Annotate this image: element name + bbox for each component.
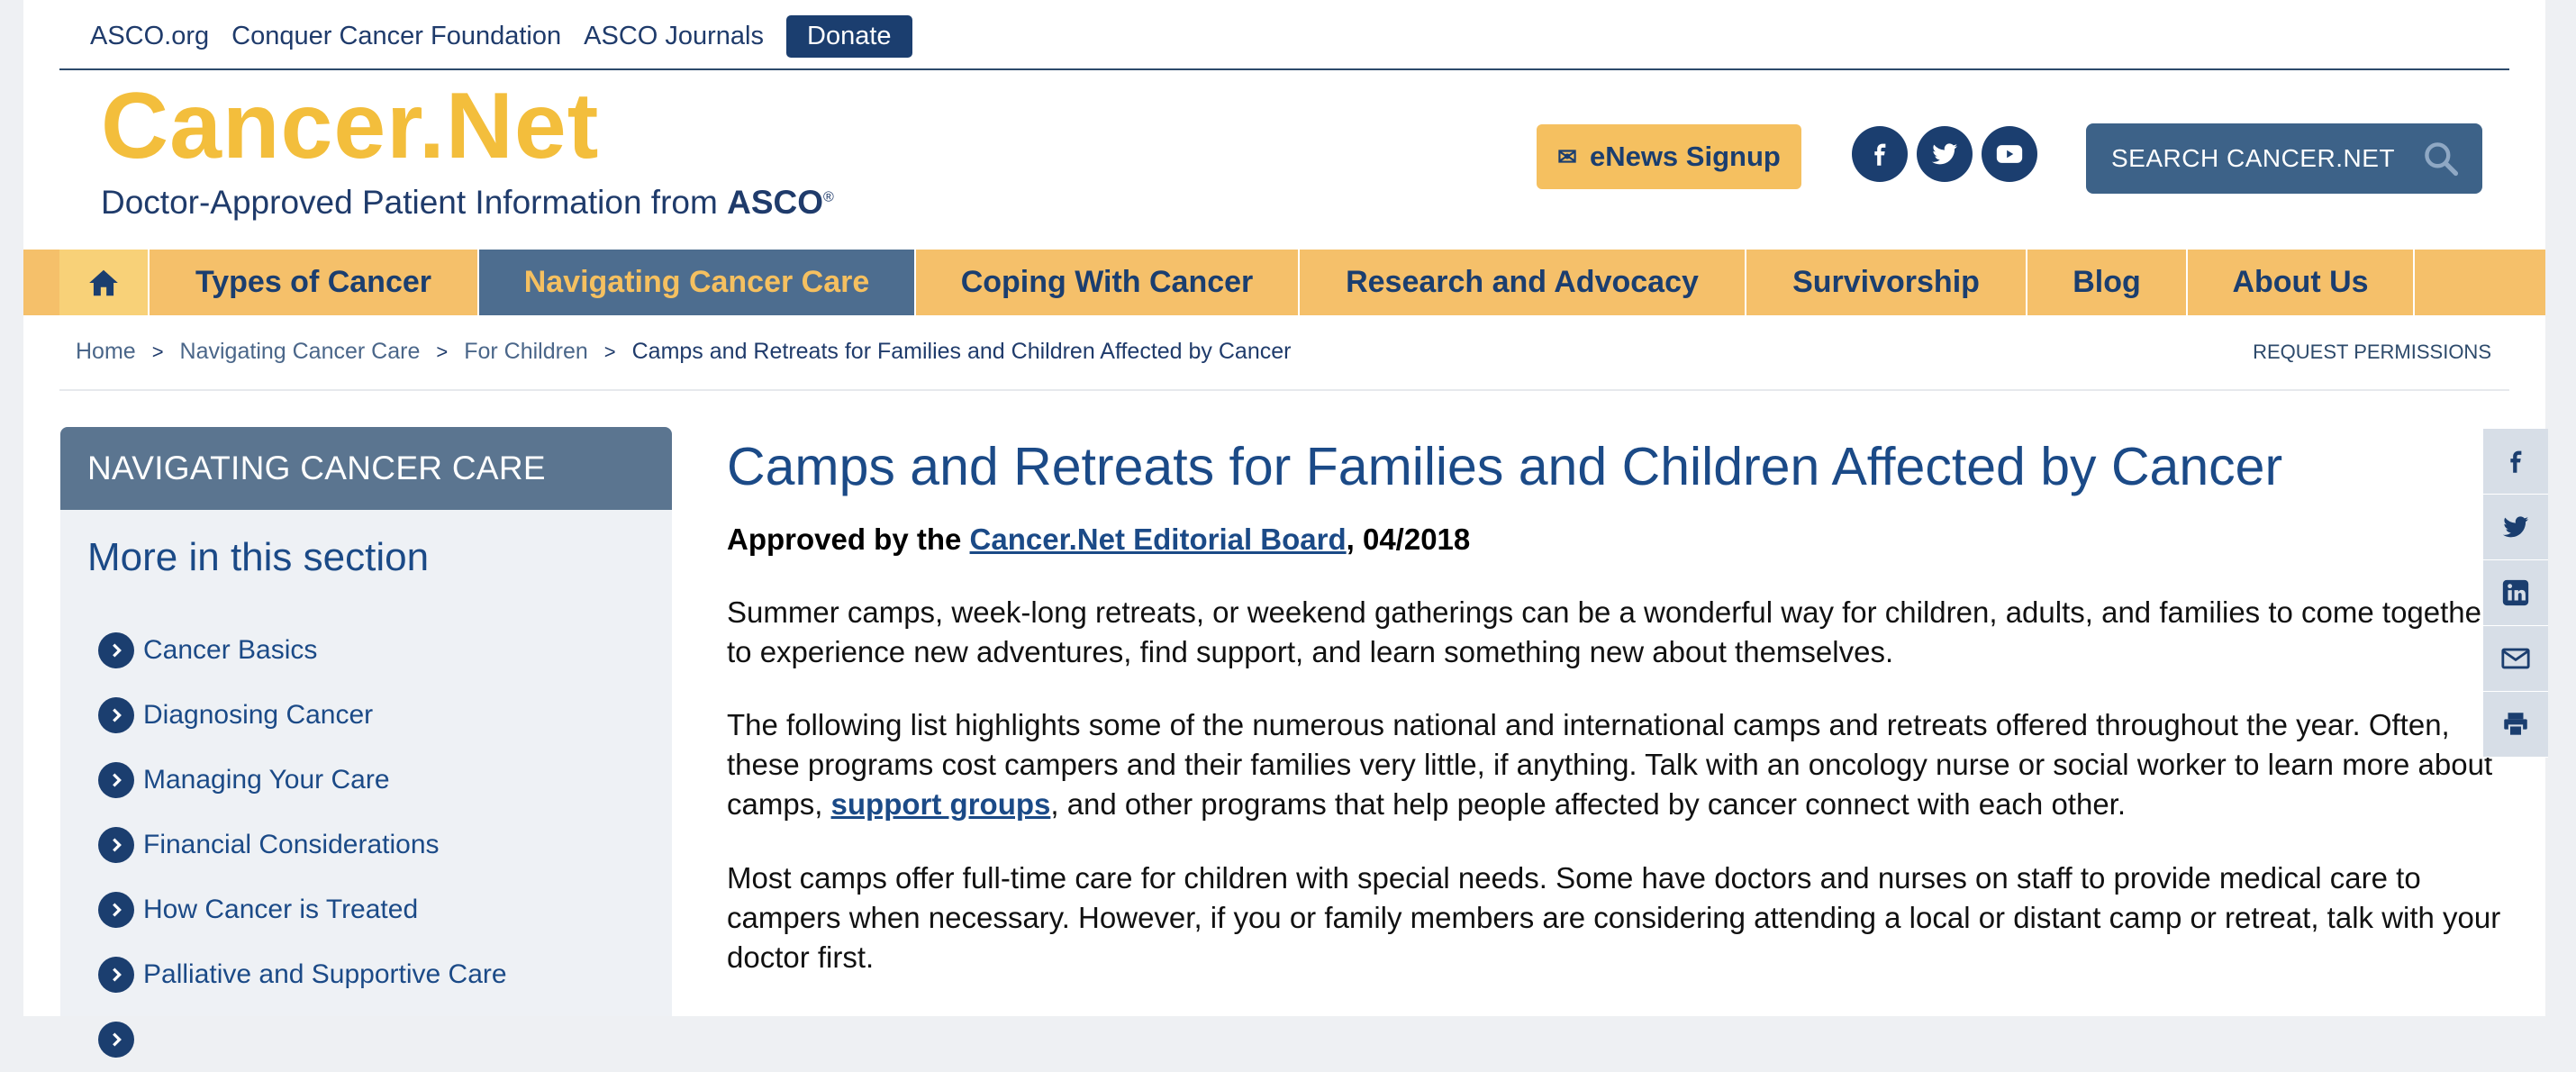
sidebar-subheading: More in this section: [87, 535, 430, 579]
youtube-icon[interactable]: [1982, 126, 2037, 182]
site-logo[interactable]: Cancer.Net Doctor-Approved Patient Infor…: [101, 79, 834, 222]
logo-tagline: Doctor-Approved Patient Information from…: [101, 184, 834, 221]
chevron-right-icon: >: [151, 340, 164, 363]
chevron-right-icon: [98, 827, 134, 863]
divider: [59, 68, 2509, 70]
page-title: Camps and Retreats for Families and Chil…: [727, 437, 2283, 496]
divider: [59, 389, 2509, 391]
paragraph-intro: Summer camps, week-long retreats, or wee…: [727, 595, 2491, 668]
support-groups-link[interactable]: support groups: [831, 787, 1051, 821]
chevron-right-icon: [98, 697, 134, 733]
twitter-share-icon[interactable]: [2483, 495, 2548, 560]
envelope-icon: ✉: [1557, 142, 1577, 170]
paragraph-list-info: The following list highlights some of th…: [727, 708, 2493, 821]
chevron-right-icon: [98, 892, 134, 928]
chevron-right-icon: [98, 1022, 134, 1058]
search-icon: [2425, 142, 2459, 177]
nav-survivorship[interactable]: Survivorship: [1746, 250, 2027, 315]
share-rail: [2483, 429, 2548, 758]
sidebar-item-diagnosing-cancer[interactable]: Diagnosing Cancer: [98, 683, 507, 748]
print-icon[interactable]: [2483, 692, 2548, 758]
linkedin-share-icon[interactable]: [2483, 560, 2548, 626]
editorial-board-link[interactable]: Cancer.Net Editorial Board: [970, 522, 1347, 556]
sidebar-item-cancer-basics[interactable]: Cancer Basics: [98, 618, 507, 683]
search-button[interactable]: SEARCH CANCER.NET: [2086, 123, 2482, 194]
chevron-right-icon: >: [603, 340, 616, 363]
sidebar: NAVIGATING CANCER CARE More in this sect…: [60, 427, 672, 1058]
chevron-right-icon: [98, 957, 134, 993]
logo-brand: Cancer.Net: [101, 74, 600, 178]
email-share-icon[interactable]: [2483, 626, 2548, 692]
nav-about-us[interactable]: About Us: [2188, 250, 2415, 315]
sidebar-item-financial-considerations[interactable]: Financial Considerations: [98, 813, 507, 877]
sidebar-item-palliative-care[interactable]: Palliative and Supportive Care: [98, 942, 507, 1007]
main-nav: Types of Cancer Navigating Cancer Care C…: [23, 250, 2545, 315]
conquer-cancer-link[interactable]: Conquer Cancer Foundation: [231, 22, 561, 51]
sidebar-list: Cancer Basics Diagnosing Cancer Managing…: [98, 618, 507, 1072]
sidebar-item-partial[interactable]: [98, 1007, 507, 1072]
search-label: SEARCH CANCER.NET: [2111, 144, 2395, 172]
breadcrumb: Home > Navigating Cancer Care > For Chil…: [76, 339, 1291, 365]
donate-button[interactable]: Donate: [786, 14, 912, 58]
breadcrumb-navigating[interactable]: Navigating Cancer Care: [180, 339, 421, 365]
facebook-share-icon[interactable]: [2483, 429, 2548, 495]
chevron-right-icon: [98, 632, 134, 668]
asco-org-link[interactable]: ASCO.org: [90, 22, 209, 51]
approved-line: Approved by the Cancer.Net Editorial Boa…: [727, 522, 1471, 556]
paragraph-care: Most camps offer full-time care for chil…: [727, 861, 2501, 974]
article: Camps and Retreats for Families and Chil…: [727, 432, 2501, 977]
nav-types-of-cancer[interactable]: Types of Cancer: [150, 250, 479, 315]
twitter-icon[interactable]: [1917, 126, 1973, 182]
page: ASCO.org Conquer Cancer Foundation ASCO …: [23, 0, 2545, 1058]
sidebar-heading[interactable]: NAVIGATING CANCER CARE: [60, 427, 672, 510]
home-icon: [89, 269, 118, 295]
sidebar-item-managing-your-care[interactable]: Managing Your Care: [98, 748, 507, 813]
enews-signup-button[interactable]: ✉ eNews Signup: [1537, 124, 1801, 189]
nav-coping-with-cancer[interactable]: Coping With Cancer: [916, 250, 1300, 315]
nav-blog[interactable]: Blog: [2027, 250, 2188, 315]
chevron-right-icon: [98, 762, 134, 798]
nav-navigating-cancer-care[interactable]: Navigating Cancer Care: [479, 250, 916, 315]
breadcrumb-for-children[interactable]: For Children: [464, 339, 588, 365]
facebook-icon[interactable]: [1852, 126, 1908, 182]
request-permissions-link[interactable]: REQUEST PERMISSIONS: [2253, 341, 2491, 364]
nav-home[interactable]: [59, 250, 150, 315]
asco-journals-link[interactable]: ASCO Journals: [584, 22, 764, 51]
breadcrumb-current: Camps and Retreats for Families and Chil…: [631, 339, 1292, 364]
chevron-right-icon: >: [436, 340, 449, 363]
sidebar-item-how-cancer-is-treated[interactable]: How Cancer is Treated: [98, 877, 507, 942]
breadcrumb-home[interactable]: Home: [76, 339, 136, 365]
nav-research-and-advocacy[interactable]: Research and Advocacy: [1300, 250, 1746, 315]
utility-bar: ASCO.org Conquer Cancer Foundation ASCO …: [90, 14, 935, 58]
